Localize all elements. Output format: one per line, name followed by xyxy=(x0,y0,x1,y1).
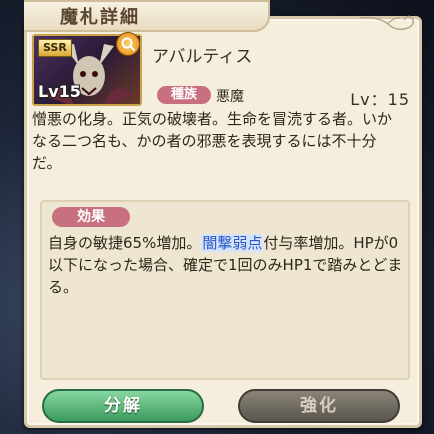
race-value: 悪魔 xyxy=(216,89,244,105)
level-text: Lv：15 xyxy=(350,90,410,109)
corner-flourish-icon xyxy=(359,15,415,31)
card-name: アバルティス xyxy=(152,47,253,67)
effect-keyword-link[interactable]: 闇撃弱点 xyxy=(201,234,264,252)
rarity-badge: SSR xyxy=(38,39,72,57)
effect-text: 自身の敏捷65%増加。闇撃弱点付与率増加。HPが0以下になった場合、確定で1回の… xyxy=(48,232,404,298)
enhance-button[interactable]: 強化 xyxy=(238,389,400,423)
level-badge: Lv15 xyxy=(38,82,81,101)
zoom-button[interactable] xyxy=(116,32,140,56)
effect-text-before: 自身の敏捷65%増加。 xyxy=(48,234,202,252)
magnifier-icon xyxy=(121,37,136,52)
effect-label: 効果 xyxy=(52,207,130,227)
race-label: 種族 xyxy=(157,86,211,104)
decompose-button[interactable]: 分解 xyxy=(42,389,204,423)
page-title: 魔札詳細 xyxy=(60,7,140,28)
card-description: 憎悪の化身。正気の破壊者。生命を冒涜する者。いかなる二つ名も、かの者の邪悪を表現… xyxy=(32,110,393,172)
